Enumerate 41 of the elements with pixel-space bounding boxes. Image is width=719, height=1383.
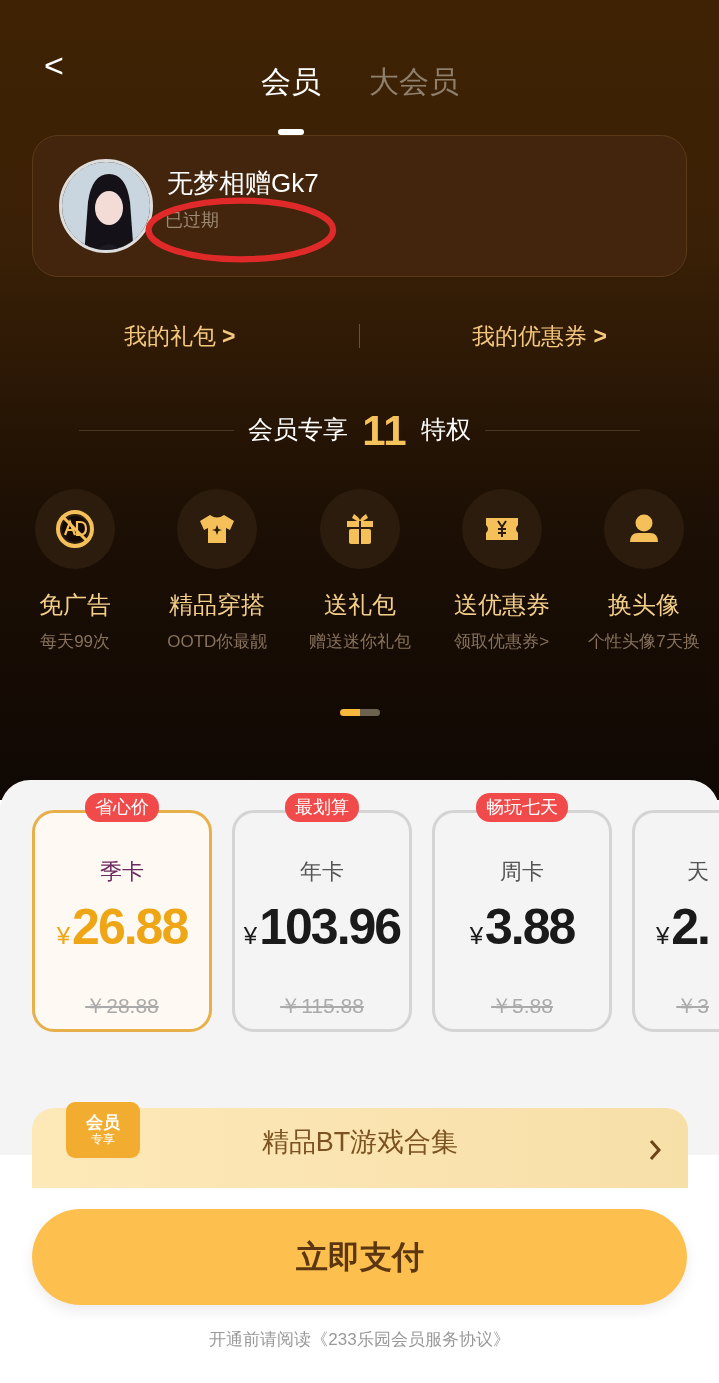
perk-label: 免广告 — [39, 590, 112, 620]
link-button[interactable]: 我的优惠券 > — [360, 317, 719, 355]
section-title: 会员专享 — [248, 414, 349, 446]
perk-label: 换头像 — [607, 590, 680, 620]
original-price: ￥3 — [675, 993, 709, 1019]
banner-title: 精品BT游戏合集 — [261, 1125, 459, 1159]
plan-name: 周卡 — [499, 858, 545, 886]
original-price: ￥115.88 — [279, 993, 365, 1019]
back-button[interactable]: < — [38, 48, 70, 82]
user-name: 无梦相赠Gk7 — [167, 167, 319, 200]
plan-name: 天 — [686, 858, 709, 886]
agreement-text: 开通前请阅读《233乐园会员服务协议》 — [208, 1329, 511, 1351]
plan-price: ¥2. — [654, 902, 709, 952]
perk-label: 精品穿搭 — [169, 590, 266, 620]
plan-name: 年卡 — [299, 858, 345, 886]
perk-description: 领取优惠券> — [454, 631, 550, 653]
plan-price: ¥103.96 — [242, 902, 402, 952]
perk-description: 每天99次 — [40, 631, 111, 653]
plan-price: ¥3.88 — [468, 902, 576, 952]
plan-tag: 最划算 — [285, 793, 359, 822]
original-price: ￥5.88 — [490, 993, 554, 1019]
no-ads-icon — [55, 509, 96, 549]
perk-description: 个性头像7天换 — [588, 631, 700, 653]
perk-label: 送优惠券 — [453, 590, 550, 620]
tab[interactable]: 会员 — [260, 42, 321, 135]
perk-description: 赠送迷你礼包 — [308, 631, 411, 653]
original-price: ￥28.88 — [84, 993, 160, 1019]
tab[interactable]: 大会员 — [368, 42, 459, 135]
link-button[interactable]: 我的礼包 > — [0, 317, 359, 355]
chevron-icon — [648, 1138, 662, 1162]
plan-name: 季卡 — [99, 858, 145, 886]
pay-button[interactable]: 立即支付 — [32, 1209, 687, 1305]
member-badge: 会员 专享 — [66, 1102, 140, 1158]
plan-tag: 畅玩七天 — [476, 793, 568, 822]
section-title: 特权 — [420, 414, 471, 446]
plan-price: ¥26.88 — [55, 902, 189, 952]
plan-card[interactable]: 天 ¥2. ￥3 — [632, 810, 719, 1032]
plan-tag: 省心价 — [85, 793, 159, 822]
privilege-count: 11 — [362, 405, 407, 456]
perk-label: 送礼包 — [323, 590, 396, 620]
perk-description: OOTD你最靓 — [167, 631, 268, 653]
